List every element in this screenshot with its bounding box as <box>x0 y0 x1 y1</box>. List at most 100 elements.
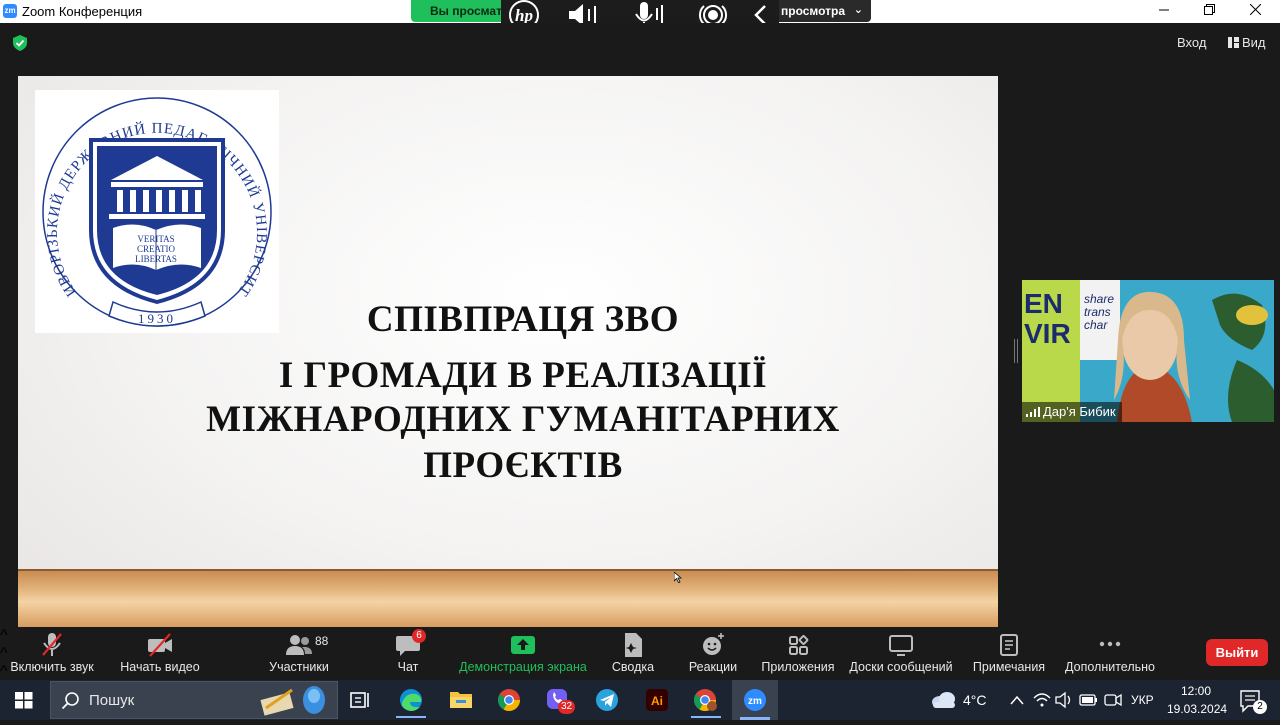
battery-icon[interactable] <box>1078 680 1100 720</box>
volume-icon[interactable] <box>1054 680 1074 720</box>
mouse-cursor-icon <box>673 570 683 583</box>
illustrator-icon[interactable]: Ai <box>642 680 672 720</box>
participants-label: Участники <box>269 660 329 674</box>
zoom-icon[interactable]: zm <box>732 680 778 720</box>
minimize-icon[interactable] <box>1141 0 1187 23</box>
search-highlight-illustration <box>260 686 325 716</box>
viewing-status-label: Вы просмат <box>411 0 511 22</box>
meet-now-icon[interactable] <box>1102 680 1124 720</box>
unmute-label: Включить звук <box>10 660 94 674</box>
apps-button[interactable]: Приложения <box>758 627 838 680</box>
whiteboards-button[interactable]: Доски сообщений <box>848 627 954 680</box>
participants-button[interactable]: 88 Участники <box>262 627 336 680</box>
weather-cloud-icon[interactable] <box>928 680 958 720</box>
language-indicator[interactable]: УКР <box>1131 693 1154 707</box>
meeting-toolbar: Включить звук ^ Начать видео ^ 88 Участн… <box>0 627 1280 698</box>
video-off-icon <box>116 627 204 660</box>
svg-text:zm: zm <box>748 696 762 707</box>
shared-screen: КРИВОРІЗЬКИЙ ДЕРЖАВНИЙ ПЕДАГОГІЧНИЙ УНІВ… <box>18 76 998 627</box>
window-title: Zoom Конференция <box>22 4 143 19</box>
windows-taskbar: Пошук 32 Ai zm 4°C УКР 12:00 19.03.2024 … <box>0 680 1280 720</box>
clock-time[interactable]: 12:00 <box>1181 684 1211 698</box>
clock-date[interactable]: 19.03.2024 <box>1167 702 1227 716</box>
signal-bars-icon <box>1026 407 1040 417</box>
panel-resize-handle[interactable] <box>1014 339 1018 363</box>
start-video-label: Начать видео <box>120 660 200 674</box>
chrome-icon[interactable] <box>494 680 524 720</box>
start-video-button[interactable]: Начать видео <box>116 627 204 680</box>
viber-icon[interactable]: 32 <box>542 680 576 720</box>
reactions-button[interactable]: Реакции <box>684 627 742 680</box>
taskbar-search-box[interactable]: Пошук <box>50 681 338 719</box>
notification-count: 2 <box>1253 700 1267 714</box>
view-label: Вид <box>1242 35 1266 50</box>
chat-button[interactable]: 6 Чат <box>386 627 430 680</box>
shield-check-icon[interactable] <box>12 35 28 51</box>
background-text-trans: trans <box>1084 305 1111 319</box>
view-options-button[interactable]: просмотра ⌄ <box>776 0 871 22</box>
maximize-icon[interactable] <box>1186 0 1232 23</box>
apps-icon <box>758 627 838 660</box>
participant-name-tag: Дар'я Бибик <box>1022 402 1122 422</box>
summary-icon <box>606 627 660 660</box>
weather-temperature[interactable]: 4°C <box>963 692 987 708</box>
participants-icon: 88 <box>262 627 336 660</box>
telegram-icon[interactable] <box>592 680 622 720</box>
apps-label: Приложения <box>761 660 835 674</box>
viber-badge: 32 <box>558 700 576 714</box>
notification-center-icon[interactable]: 2 <box>1236 680 1270 720</box>
unmute-button[interactable]: Включить звук <box>4 627 100 680</box>
svg-text:Ai: Ai <box>651 694 663 708</box>
share-screen-button[interactable]: Демонстрация экрана <box>458 627 588 680</box>
login-button[interactable]: Вход <box>1177 35 1206 50</box>
view-options-label: просмотра <box>781 4 846 18</box>
meeting-header: Вход Вид <box>0 23 1280 63</box>
leave-button[interactable]: Выйти <box>1206 639 1268 666</box>
slide-title-line-3: МІЖНАРОДНИХ ГУМАНІТАРНИХ <box>206 399 840 440</box>
grid-view-icon <box>1228 37 1239 48</box>
background-text-char: char <box>1084 318 1108 332</box>
file-explorer-icon[interactable] <box>446 680 476 720</box>
whiteboards-label: Доски сообщений <box>849 660 953 674</box>
motto-line-1: VERITAS <box>137 234 174 244</box>
notes-label: Примечания <box>972 660 1046 674</box>
share-screen-label: Демонстрация экрана <box>459 660 587 674</box>
close-icon[interactable] <box>1232 0 1278 23</box>
whiteboards-icon <box>848 627 954 660</box>
taskbar-search-placeholder: Пошук <box>89 692 135 709</box>
reactions-label: Реакции <box>688 660 738 674</box>
slide-title-line-1: СПІВПРАЦЯ ЗВО <box>366 299 680 340</box>
chevron-down-icon: ⌄ <box>853 4 863 16</box>
participants-count: 88 <box>315 634 329 648</box>
background-text-en: EN <box>1024 288 1063 319</box>
microphone-muted-icon <box>4 627 100 660</box>
slide-title-line-2: І ГРОМАДИ В РЕАЛІЗАЦІЇ <box>278 355 768 396</box>
reactions-icon <box>684 627 742 660</box>
windows-start-icon[interactable] <box>10 680 38 720</box>
slide-title-line-4: ПРОЄКТІВ <box>423 445 623 486</box>
notes-icon <box>970 627 1048 660</box>
university-logo: КРИВОРІЗЬКИЙ ДЕРЖАВНИЙ ПЕДАГОГІЧНИЙ УНІВ… <box>29 78 279 333</box>
view-button[interactable]: Вид <box>1228 35 1266 50</box>
motto-line-3: LIBERTAS <box>135 254 177 264</box>
chat-icon: 6 <box>386 627 430 660</box>
share-screen-icon <box>458 627 588 660</box>
more-button[interactable]: Дополнительно <box>1062 627 1158 680</box>
summary-button[interactable]: Сводка <box>606 627 660 680</box>
tray-overflow-chevron-icon[interactable] <box>1008 680 1026 720</box>
participant-name: Дар'я Бибик <box>1043 404 1116 419</box>
chrome-profile-icon[interactable] <box>690 680 722 720</box>
motto-line-2: CREATIO <box>137 244 176 254</box>
summary-label: Сводка <box>611 660 655 674</box>
background-text-share: share <box>1084 292 1115 306</box>
background-text-vir: VIR <box>1024 318 1071 349</box>
wifi-icon[interactable] <box>1032 680 1052 720</box>
chat-unread-badge: 6 <box>412 629 426 643</box>
participant-video-tile[interactable]: EN VIR share trans char Дар'я Бибик <box>1022 280 1274 422</box>
more-label: Дополнительно <box>1065 660 1155 674</box>
edge-icon[interactable] <box>396 680 426 720</box>
notes-button[interactable]: Примечания <box>970 627 1048 680</box>
search-icon <box>61 692 79 710</box>
chat-label: Чат <box>397 660 419 674</box>
task-view-icon[interactable] <box>346 680 374 720</box>
